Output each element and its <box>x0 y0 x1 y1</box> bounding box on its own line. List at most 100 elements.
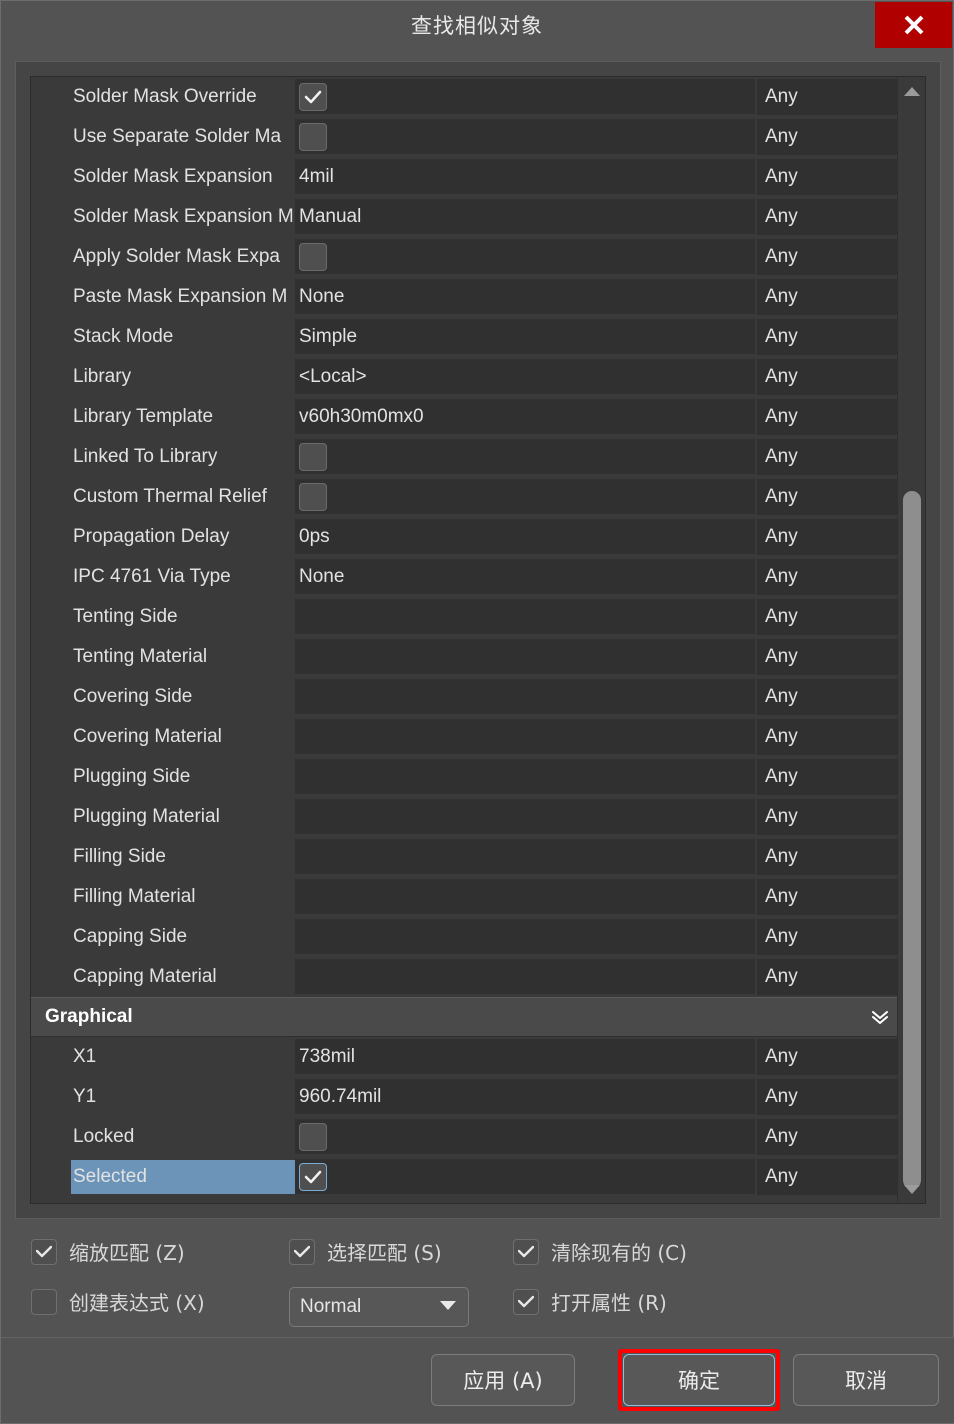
table-row[interactable]: Solder Mask Override Any <box>31 77 897 117</box>
row-value-cell[interactable]: None <box>295 279 755 315</box>
row-value-cell[interactable]: None <box>295 559 755 595</box>
row-name-cell[interactable]: Solder Mask Override <box>31 77 295 117</box>
row-match-cell[interactable]: Any <box>755 599 897 635</box>
row-value-checkbox[interactable] <box>299 1123 327 1151</box>
row-value-cell[interactable] <box>295 839 755 875</box>
row-value-cell[interactable] <box>295 879 755 915</box>
option-zoom-match[interactable]: 缩放匹配 (Z) <box>31 1237 185 1266</box>
row-name-cell[interactable]: Filling Side <box>31 837 295 877</box>
row-match-cell[interactable]: Any <box>755 1159 897 1195</box>
row-value-cell[interactable] <box>295 639 755 675</box>
row-name-cell[interactable]: Plugging Material <box>31 797 295 837</box>
row-name-cell[interactable]: Covering Material <box>31 717 295 757</box>
table-row[interactable]: Tenting Side Any <box>31 597 897 637</box>
table-row[interactable]: Use Separate Solder MaAny <box>31 117 897 157</box>
row-name-cell[interactable]: Tenting Side <box>31 597 295 637</box>
row-value-checkbox[interactable] <box>299 483 327 511</box>
close-button[interactable] <box>875 2 952 48</box>
row-match-cell[interactable]: Any <box>755 119 897 155</box>
row-match-cell[interactable]: Any <box>755 639 897 675</box>
row-match-cell[interactable]: Any <box>755 439 897 475</box>
table-row[interactable]: Locked Any <box>31 1117 897 1157</box>
row-match-cell[interactable]: Any <box>755 679 897 715</box>
group-header-graphical[interactable]: Graphical <box>31 997 897 1037</box>
row-match-cell[interactable]: Any <box>755 479 897 515</box>
row-value-cell[interactable]: Manual <box>295 199 755 235</box>
row-match-cell[interactable]: Any <box>755 79 897 115</box>
row-match-cell[interactable]: Any <box>755 239 897 275</box>
row-value-cell[interactable] <box>295 79 755 115</box>
table-row[interactable]: Stack ModeSimpleAny <box>31 317 897 357</box>
row-value-cell[interactable]: 738mil <box>295 1039 755 1075</box>
row-value-cell[interactable] <box>295 719 755 755</box>
table-row[interactable]: Plugging Material Any <box>31 797 897 837</box>
table-row[interactable]: Filling Material Any <box>31 877 897 917</box>
row-value-cell[interactable] <box>295 919 755 955</box>
row-value-cell[interactable] <box>295 119 755 155</box>
table-row[interactable]: Apply Solder Mask Expa Any <box>31 237 897 277</box>
table-row[interactable]: X1738milAny <box>31 1037 897 1077</box>
row-value-cell[interactable]: 4mil <box>295 159 755 195</box>
row-name-cell[interactable]: X1 <box>31 1037 295 1077</box>
vertical-scrollbar[interactable] <box>897 77 925 1203</box>
row-value-cell[interactable] <box>295 479 755 515</box>
row-value-checkbox[interactable] <box>299 243 327 271</box>
row-match-cell[interactable]: Any <box>755 1119 897 1155</box>
match-mode-combobox[interactable]: Normal <box>289 1287 469 1327</box>
row-value-cell[interactable] <box>295 799 755 835</box>
row-match-cell[interactable]: Any <box>755 1079 897 1115</box>
table-row[interactable]: SelectedAny <box>31 1157 897 1197</box>
row-value-cell[interactable] <box>295 759 755 795</box>
table-row[interactable]: Plugging Side Any <box>31 757 897 797</box>
row-match-cell[interactable]: Any <box>755 559 897 595</box>
row-match-cell[interactable]: Any <box>755 879 897 915</box>
table-row[interactable]: IPC 4761 Via TypeNoneAny <box>31 557 897 597</box>
row-value-checkbox[interactable] <box>299 83 327 111</box>
apply-button[interactable]: 应用 (A) <box>431 1354 575 1406</box>
row-value-cell[interactable] <box>295 1159 755 1195</box>
table-row[interactable]: Y1960.74milAny <box>31 1077 897 1117</box>
row-name-cell[interactable]: Library Template <box>31 397 295 437</box>
row-value-checkbox[interactable] <box>299 123 327 151</box>
row-value-cell[interactable] <box>295 959 755 995</box>
table-row[interactable]: Covering Side Any <box>31 677 897 717</box>
create-expression-checkbox[interactable] <box>31 1289 57 1315</box>
row-match-cell[interactable]: Any <box>755 159 897 195</box>
table-row[interactable]: Solder Mask Expansion4milAny <box>31 157 897 197</box>
row-match-cell[interactable]: Any <box>755 799 897 835</box>
row-value-checkbox[interactable] <box>299 1163 327 1191</box>
row-name-cell[interactable]: Apply Solder Mask Expa <box>31 237 295 277</box>
row-value-cell[interactable] <box>295 239 755 275</box>
row-match-cell[interactable]: Any <box>755 759 897 795</box>
row-match-cell[interactable]: Any <box>755 919 897 955</box>
row-name-cell[interactable]: Library <box>31 357 295 397</box>
scrollbar-thumb[interactable] <box>903 491 921 1189</box>
row-name-cell[interactable]: Stack Mode <box>31 317 295 357</box>
row-name-cell[interactable]: Solder Mask Expansion M <box>31 197 295 237</box>
row-name-cell[interactable]: Paste Mask Expansion M <box>31 277 295 317</box>
table-row[interactable]: Covering MaterialAny <box>31 717 897 757</box>
table-row[interactable]: Library Templatev60h30m0mx0Any <box>31 397 897 437</box>
row-name-cell[interactable]: Locked <box>31 1117 295 1157</box>
row-match-cell[interactable]: Any <box>755 519 897 555</box>
row-name-cell[interactable]: Filling Material <box>31 877 295 917</box>
table-row[interactable]: Linked To Library Any <box>31 437 897 477</box>
row-match-cell[interactable]: Any <box>755 279 897 315</box>
row-name-cell[interactable]: Covering Side <box>31 677 295 717</box>
table-row[interactable]: Solder Mask Expansion MManualAny <box>31 197 897 237</box>
row-value-cell[interactable]: v60h30m0mx0 <box>295 399 755 435</box>
row-value-cell[interactable]: 0ps <box>295 519 755 555</box>
row-name-cell[interactable]: Plugging Side <box>31 757 295 797</box>
row-value-checkbox[interactable] <box>299 443 327 471</box>
row-name-cell[interactable]: Custom Thermal Relief <box>31 477 295 517</box>
row-match-cell[interactable]: Any <box>755 399 897 435</box>
row-value-cell[interactable] <box>295 679 755 715</box>
option-open-properties[interactable]: 打开属性 (R) <box>513 1287 667 1316</box>
row-value-cell[interactable]: <Local> <box>295 359 755 395</box>
row-name-cell[interactable]: Linked To Library <box>31 437 295 477</box>
row-value-cell[interactable] <box>295 1119 755 1155</box>
row-name-cell[interactable]: Capping Material <box>31 957 295 997</box>
table-row[interactable]: Capping MaterialAny <box>31 957 897 997</box>
option-clear-existing[interactable]: 清除现有的 (C) <box>513 1237 687 1266</box>
double-chevron-down-icon[interactable] <box>863 1007 897 1027</box>
